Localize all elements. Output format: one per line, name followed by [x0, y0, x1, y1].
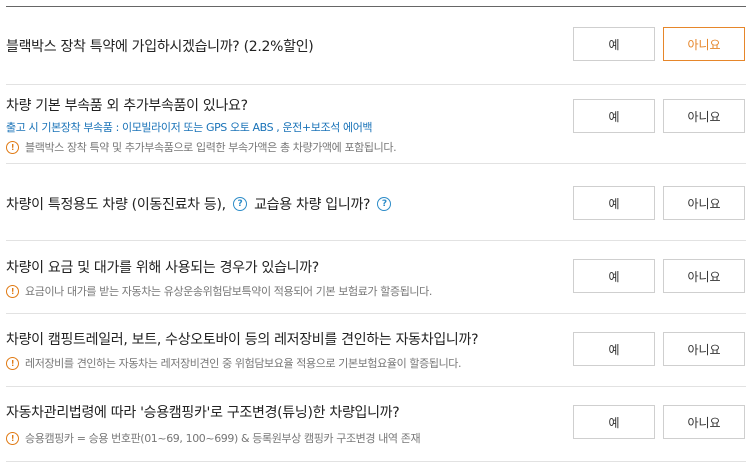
- question-circle-icon[interactable]: ?: [377, 197, 392, 211]
- notice-text: ! 승용캠핑카 = 승용 번호판(01~69, 100~699) & 등록원부상…: [6, 430, 421, 446]
- question-text: 차량이 캠핑트레일러, 보트, 수상오토바이 등의 레저장비를 견인하는 자동차…: [6, 332, 479, 348]
- yes-button[interactable]: 예: [573, 186, 655, 220]
- notice-label: 요금이나 대가를 받는 자동차는 유상운송위험담보특약이 적용되어 기본 보험료…: [25, 285, 432, 298]
- question-row-paid-use: 차량이 요금 및 대가를 위해 사용되는 경우가 있습니까? ! 요금이나 대가…: [6, 241, 746, 314]
- no-button[interactable]: 아니요: [663, 405, 745, 439]
- exclamation-circle-icon: !: [6, 431, 19, 445]
- question-row-accessories: 차량 기본 부속품 외 추가부속품이 있나요? 출고 시 기본장착 부속품 : …: [6, 85, 746, 164]
- no-button[interactable]: 아니요: [663, 332, 745, 366]
- question-text-part2: 교습용 차량 입니까?: [254, 197, 371, 213]
- exclamation-circle-icon: !: [6, 284, 19, 298]
- yes-button[interactable]: 예: [573, 405, 655, 439]
- question-text: 차량 기본 부속품 외 추가부속품이 있나요?: [6, 98, 248, 114]
- notice-label: 승용캠핑카 = 승용 번호판(01~69, 100~699) & 등록원부상 캠…: [25, 432, 421, 445]
- no-button[interactable]: 아니요: [663, 27, 745, 61]
- question-circle-icon[interactable]: ?: [232, 197, 247, 211]
- question-row-leisure-towing: 차량이 캠핑트레일러, 보트, 수상오토바이 등의 레저장비를 견인하는 자동차…: [6, 314, 746, 387]
- no-button[interactable]: 아니요: [663, 259, 745, 293]
- question-text: 차량이 특정용도 차량 (이동진료차 등), ? 교습용 차량 입니까? ?: [6, 194, 394, 214]
- yes-button[interactable]: 예: [573, 259, 655, 293]
- exclamation-circle-icon: !: [6, 140, 19, 154]
- no-button[interactable]: 아니요: [663, 186, 745, 220]
- question-text: 자동차관리법령에 따라 '승용캠핑카'로 구조변경(튜닝)한 차량입니까?: [6, 405, 400, 421]
- notice-label: 레저장비를 견인하는 자동차는 레저장비견인 중 위험담보요율 적용으로 기본보…: [25, 357, 462, 370]
- yes-button[interactable]: 예: [573, 27, 655, 61]
- question-row-camping-car: 자동차관리법령에 따라 '승용캠핑카'로 구조변경(튜닝)한 차량입니까? ! …: [6, 387, 746, 462]
- exclamation-circle-icon: !: [6, 356, 19, 370]
- notice-text: ! 요금이나 대가를 받는 자동차는 유상운송위험담보특약이 적용되어 기본 보…: [6, 283, 432, 299]
- question-row-blackbox: 블랙박스 장착 특약에 가입하시겠습니까? (2.2%할인) 예 아니요: [6, 7, 746, 85]
- question-text-part1: 차량이 특정용도 차량 (이동진료차 등),: [6, 197, 226, 213]
- yes-button[interactable]: 예: [573, 99, 655, 133]
- notice-text: ! 블랙박스 장착 특약 및 추가부속품으로 입력한 부속가액은 총 차량가액에…: [6, 139, 397, 155]
- no-button[interactable]: 아니요: [663, 99, 745, 133]
- question-text: 차량이 요금 및 대가를 위해 사용되는 경우가 있습니까?: [6, 260, 319, 276]
- notice-label: 블랙박스 장착 특약 및 추가부속품으로 입력한 부속가액은 총 차량가액에 포…: [25, 141, 397, 154]
- question-row-special-purpose: 차량이 특정용도 차량 (이동진료차 등), ? 교습용 차량 입니까? ? 예…: [6, 164, 746, 241]
- notice-text: ! 레저장비를 견인하는 자동차는 레저장비견인 중 위험담보요율 적용으로 기…: [6, 355, 462, 371]
- yes-button[interactable]: 예: [573, 332, 655, 366]
- question-text: 블랙박스 장착 특약에 가입하시겠습니까? (2.2%할인): [6, 39, 314, 55]
- default-accessories-info: 출고 시 기본장착 부속품 : 이모빌라이저 또는 GPS 오토 ABS , 운…: [6, 121, 373, 134]
